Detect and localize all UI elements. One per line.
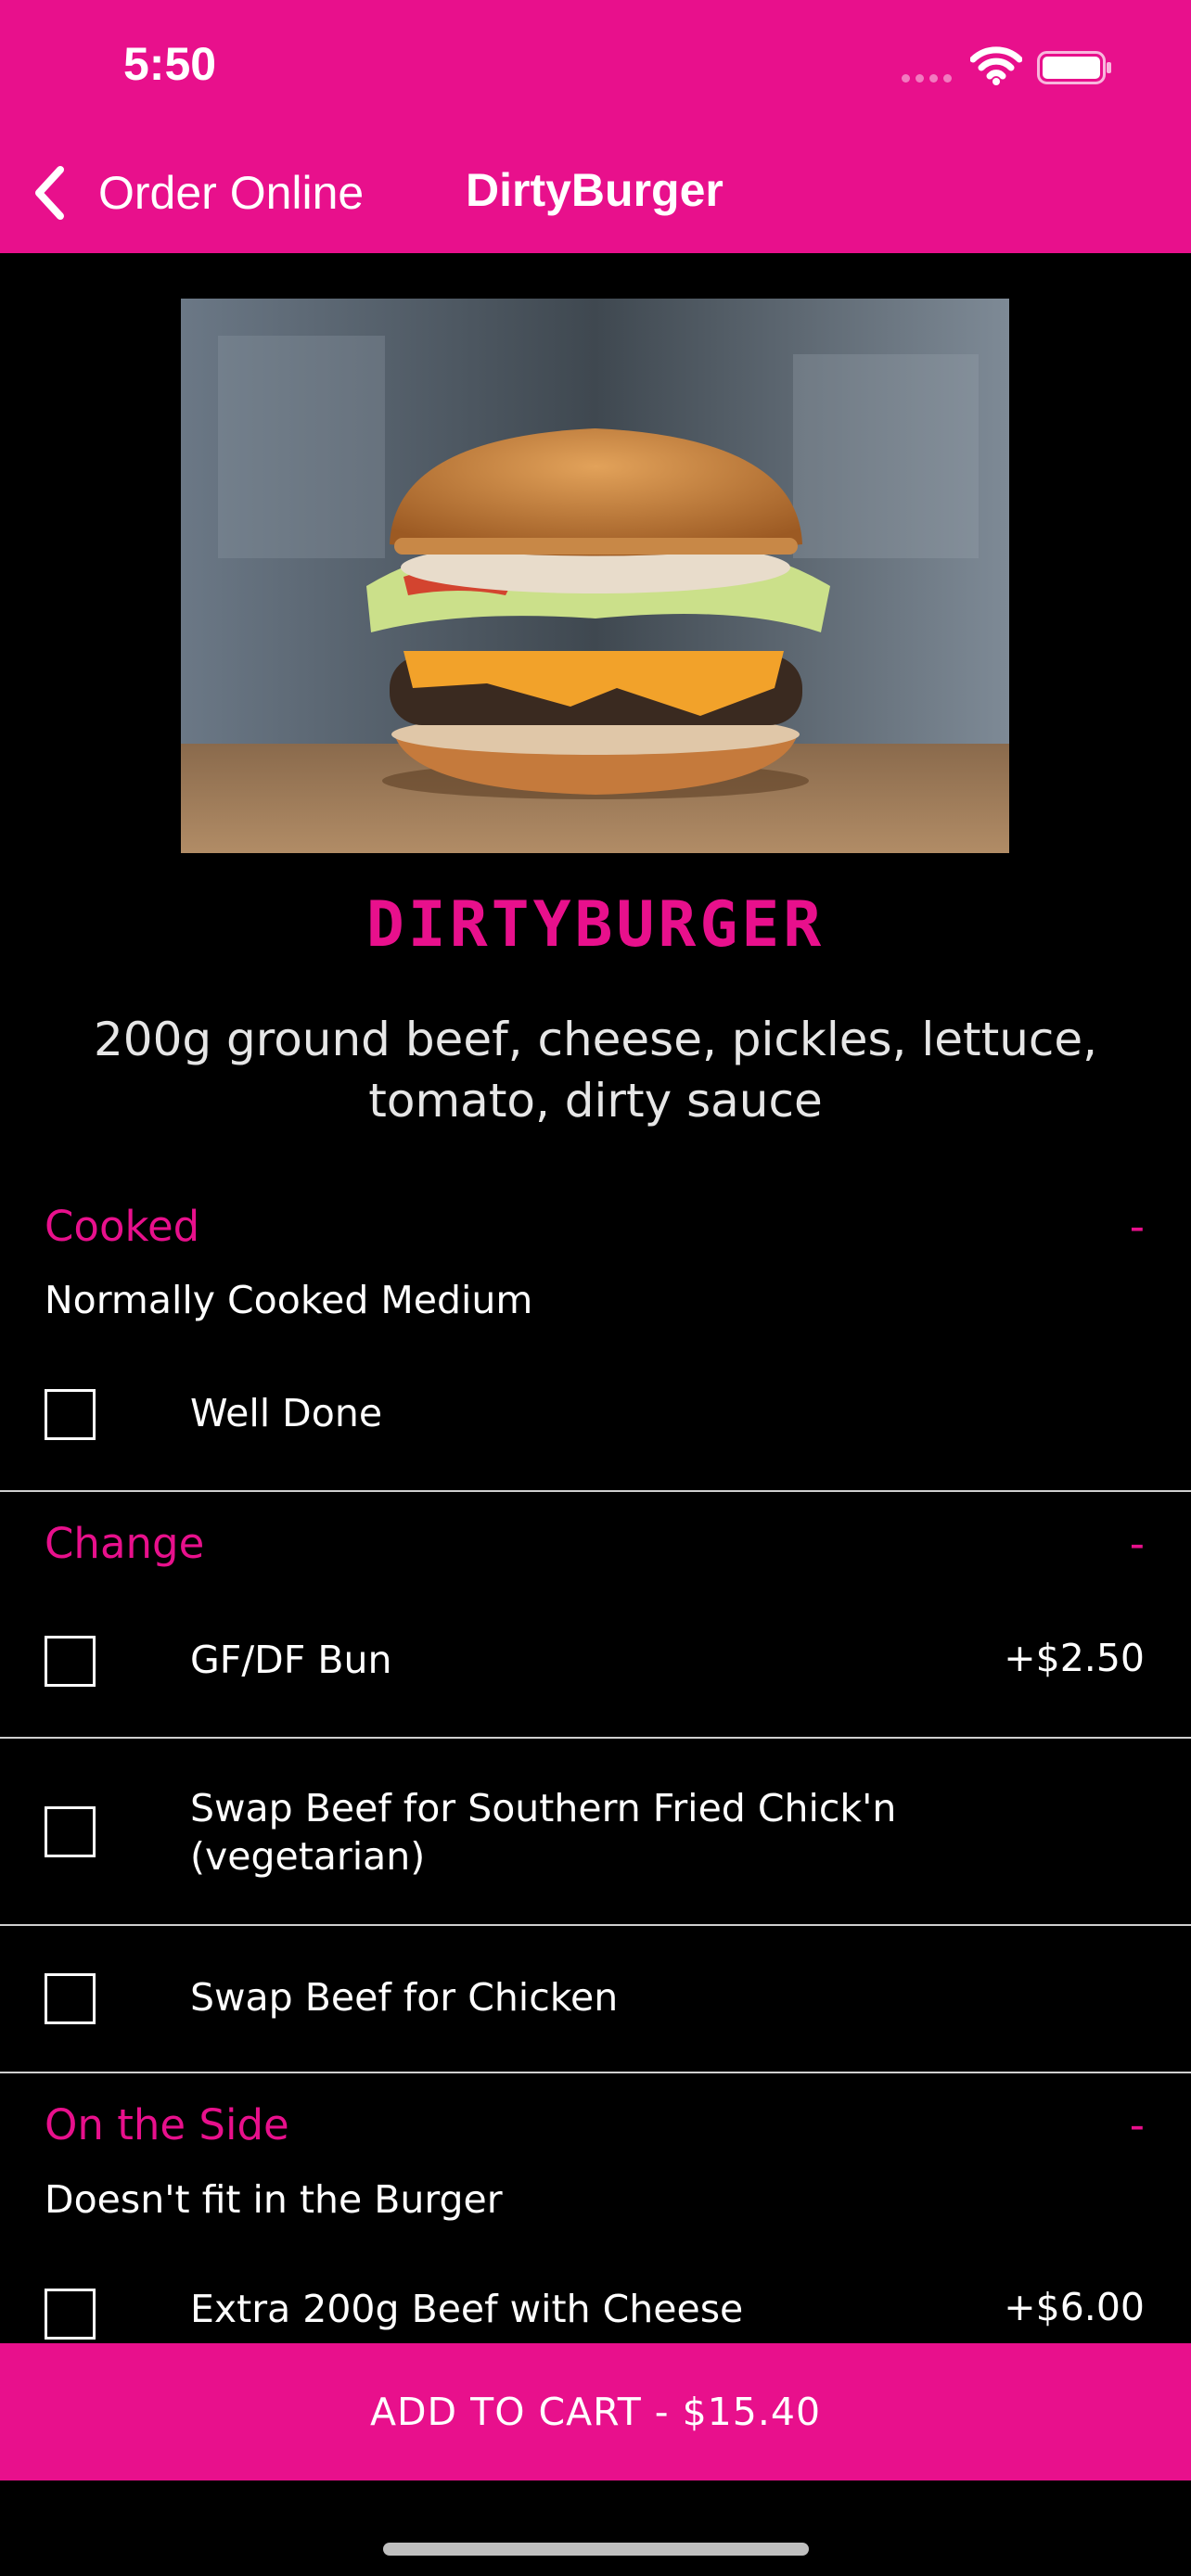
- option-price: +$6.00: [1004, 2285, 1145, 2329]
- chevron-left-icon: [35, 166, 64, 220]
- cellular-signal-icon: [902, 74, 952, 83]
- option-label: Extra 200g Beef with Cheese: [190, 2287, 744, 2331]
- divider: [0, 2072, 1191, 2073]
- checkbox-swap-chicken[interactable]: [45, 1973, 96, 2024]
- checkbox-well-done[interactable]: [45, 1389, 96, 1440]
- nav-header: 5:50 Order Online DirtyBurger: [0, 0, 1191, 253]
- section-collapse-toggle-on-the-side[interactable]: -: [1130, 2100, 1145, 2149]
- section-collapse-toggle-change[interactable]: -: [1130, 1519, 1145, 1568]
- divider: [0, 1737, 1191, 1739]
- divider: [0, 1490, 1191, 1492]
- checkbox-gf-df-bun[interactable]: [45, 1636, 96, 1687]
- divider: [0, 1924, 1191, 1926]
- item-name: DIRTYBURGER: [365, 888, 826, 962]
- status-time: 5:50: [123, 38, 217, 90]
- option-price: +$2.50: [1004, 1636, 1145, 1680]
- option-extra-beef[interactable]: Extra 200g Beef with Cheese +$6.00: [0, 2263, 1191, 2342]
- section-collapse-toggle-cooked[interactable]: -: [1130, 1202, 1145, 1251]
- back-button[interactable]: Order Online: [28, 156, 364, 230]
- back-button-label: Order Online: [98, 167, 365, 219]
- option-well-done[interactable]: Well Done: [0, 1363, 1191, 1465]
- item-description: 200g ground beef, cheese, pickles, lettu…: [93, 1013, 1098, 1128]
- option-label: GF/DF Bun: [190, 1638, 392, 1682]
- section-subtitle-cooked: Normally Cooked Medium: [45, 1278, 533, 1322]
- section-subtitle-on-the-side: Doesn't fit in the Burger: [45, 2177, 503, 2222]
- option-swap-chicken[interactable]: Swap Beef for Chicken: [0, 1947, 1191, 2068]
- section-title-cooked: Cooked: [45, 1202, 200, 1251]
- checkbox-swap-chickn[interactable]: [45, 1806, 96, 1857]
- section-title-on-the-side: On the Side: [45, 2100, 289, 2149]
- home-indicator[interactable]: [383, 2543, 809, 2556]
- add-to-cart-button[interactable]: ADD TO CART - $15.40: [0, 2343, 1191, 2480]
- option-gf-df-bun[interactable]: GF/DF Bun +$2.50: [0, 1613, 1191, 1715]
- option-swap-chickn[interactable]: Swap Beef for Southern Fried Chick'n (ve…: [0, 1762, 1191, 1919]
- page-title: DirtyBurger: [466, 164, 724, 216]
- checkbox-extra-beef[interactable]: [45, 2289, 96, 2340]
- section-title-change: Change: [45, 1519, 205, 1568]
- burger-photo: [181, 299, 1009, 853]
- battery-icon: [1037, 51, 1111, 84]
- option-label: Well Done: [190, 1391, 383, 1435]
- option-label: Swap Beef for Southern Fried Chick'n (ve…: [190, 1786, 897, 1879]
- option-label: Swap Beef for Chicken: [190, 1975, 619, 2020]
- wifi-icon: [970, 46, 1022, 85]
